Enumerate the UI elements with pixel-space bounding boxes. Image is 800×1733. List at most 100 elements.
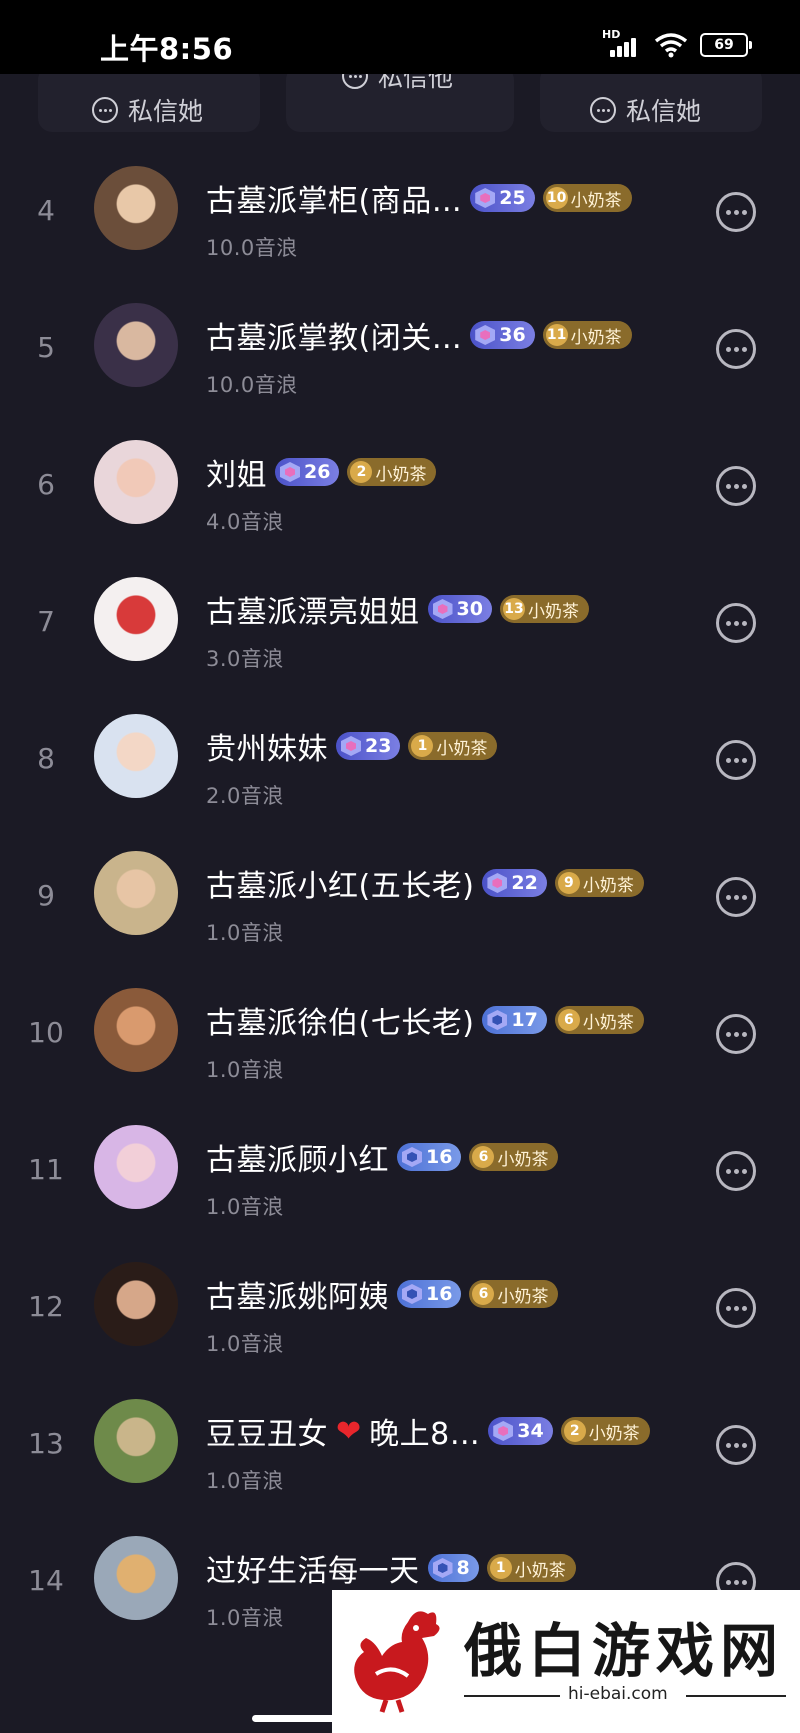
avatar[interactable] (94, 440, 178, 524)
message-icon[interactable] (716, 740, 756, 780)
score: 10.0音浪 (206, 373, 298, 397)
fan-level: 6 (472, 1283, 495, 1305)
list-item[interactable]: 12 古墓派姚阿姨 16 6 小奶茶 1.0音浪 (0, 1246, 800, 1382)
rank-number: 7 (37, 605, 55, 638)
list-item[interactable]: 6 刘姐 26 2 小奶茶 4.0音浪 (0, 424, 800, 560)
fan-level: 2 (350, 461, 373, 483)
list-item[interactable]: 7 古墓派漂亮姐姐 30 13 小奶茶 3.0音浪 (0, 561, 800, 697)
score: 2.0音浪 (206, 784, 284, 808)
rank-number: 10 (28, 1016, 64, 1049)
gem-icon (432, 599, 453, 619)
fan-club-label: 小奶茶 (497, 1286, 549, 1307)
rooster-logo-icon (354, 1611, 440, 1713)
fan-club-badge: 9 小奶茶 (554, 869, 644, 897)
score: 3.0音浪 (206, 647, 284, 671)
message-icon[interactable] (716, 466, 756, 506)
user-name: 古墓派姚阿姨 (206, 1280, 389, 1315)
level-number: 16 (426, 1146, 453, 1168)
score: 10.0音浪 (206, 236, 298, 260)
list-item[interactable]: 5 古墓派掌教(闭关… 36 11 小奶茶 10.0音浪 (0, 287, 800, 423)
message-icon[interactable] (716, 877, 756, 917)
fan-level: 11 (545, 324, 568, 346)
level-number: 34 (517, 1420, 544, 1442)
avatar[interactable] (94, 1262, 178, 1346)
message-her-button-left[interactable]: 私信她 (92, 92, 203, 128)
fan-club-badge: 11 小奶茶 (542, 321, 632, 349)
rank-number: 4 (37, 194, 55, 227)
status-time: 上午8:56 (100, 32, 234, 66)
fan-club-label: 小奶茶 (514, 1560, 566, 1581)
avatar[interactable] (94, 1125, 178, 1209)
rank-number: 13 (28, 1427, 64, 1460)
top-cards: 私信她 私信他 私信她 (0, 63, 800, 138)
avatar[interactable] (94, 851, 178, 935)
message-icon[interactable] (716, 1014, 756, 1054)
watermark: 俄白游戏网 hi-ebai.com (332, 1590, 800, 1733)
level-badge: 30 (427, 595, 492, 623)
message-her-button-right[interactable]: 私信她 (590, 92, 701, 128)
avatar[interactable] (94, 303, 178, 387)
fan-club-badge: 2 小奶茶 (347, 458, 437, 486)
avatar[interactable] (94, 1399, 178, 1483)
fan-club-label: 小奶茶 (582, 1012, 634, 1033)
avatar[interactable] (94, 1536, 178, 1620)
rank-number: 14 (28, 1564, 64, 1597)
name-line: 古墓派小红(五长老) 22 9 小奶茶 (206, 863, 644, 904)
user-name: 古墓派小红(五长老) (206, 869, 475, 904)
list-item[interactable]: 11 古墓派顾小红 16 6 小奶茶 1.0音浪 (0, 1109, 800, 1245)
name-line: 古墓派姚阿姨 16 6 小奶茶 (206, 1274, 559, 1315)
level-number: 23 (365, 735, 392, 757)
gem-icon (475, 188, 496, 208)
list-item[interactable]: 4 古墓派掌柜(商品… 25 10 小奶茶 10.0音浪 (0, 150, 800, 286)
message-icon[interactable] (716, 1151, 756, 1191)
list-item[interactable]: 10 古墓派徐伯(七长老) 17 6 小奶茶 1.0音浪 (0, 972, 800, 1108)
message-icon[interactable] (716, 329, 756, 369)
watermark-divider (464, 1695, 560, 1697)
message-label: 私信她 (626, 97, 702, 126)
status-bar: 上午8:56 HD 69 (0, 0, 800, 74)
level-badge: 8 (427, 1554, 479, 1582)
user-name: 古墓派掌教(闭关… (206, 321, 463, 356)
list-item[interactable]: 13 豆豆丑女 ❤ 晚上8… 34 2 小奶茶 1.0音浪 (0, 1383, 800, 1519)
level-number: 25 (499, 187, 526, 209)
battery-icon: 69 (700, 33, 752, 57)
fan-club-label: 小奶茶 (375, 464, 427, 485)
level-badge: 34 (488, 1417, 553, 1445)
gem-icon (280, 462, 300, 482)
rank-number: 6 (37, 468, 55, 501)
gem-icon (487, 1010, 508, 1030)
level-number: 30 (456, 598, 483, 620)
chat-icon (92, 97, 118, 123)
message-icon[interactable] (716, 192, 756, 232)
message-icon[interactable] (716, 603, 756, 643)
fan-club-label: 小奶茶 (582, 875, 634, 896)
chat-icon (590, 97, 616, 123)
score: 4.0音浪 (206, 510, 284, 534)
avatar[interactable] (94, 166, 178, 250)
gem-icon (493, 1421, 514, 1441)
gem-icon (341, 736, 361, 756)
level-badge: 26 (275, 458, 340, 486)
avatar[interactable] (94, 577, 178, 661)
name-line: 古墓派顾小红 16 6 小奶茶 (206, 1137, 559, 1178)
message-icon[interactable] (716, 1288, 756, 1328)
gem-icon (487, 873, 508, 893)
user-name: 刘姐 (206, 458, 267, 493)
fan-club-badge: 2 小奶茶 (560, 1417, 650, 1445)
list-item[interactable]: 9 古墓派小红(五长老) 22 9 小奶茶 1.0音浪 (0, 835, 800, 971)
fan-club-badge: 1 小奶茶 (486, 1554, 576, 1582)
avatar[interactable] (94, 988, 178, 1072)
user-name: 古墓派漂亮姐姐 (206, 595, 420, 630)
rank-number: 11 (28, 1153, 64, 1186)
name-line: 过好生活每一天 8 1 小奶茶 (206, 1548, 576, 1589)
user-name: 豆豆丑女 (206, 1417, 328, 1452)
message-icon[interactable] (716, 1425, 756, 1465)
fan-level: 6 (557, 1009, 580, 1031)
gem-icon (402, 1284, 422, 1304)
list-item[interactable]: 8 贵州妹妹 23 1 小奶茶 2.0音浪 (0, 698, 800, 834)
wifi-icon (654, 33, 688, 58)
level-number: 26 (304, 461, 331, 483)
user-name: 贵州妹妹 (206, 732, 328, 767)
heart-icon: ❤ (336, 1413, 362, 1449)
avatar[interactable] (94, 714, 178, 798)
